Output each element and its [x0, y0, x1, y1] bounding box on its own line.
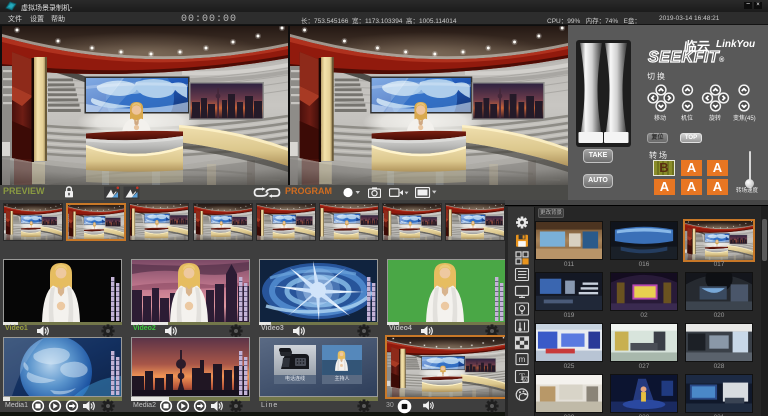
svg-text:A: A [524, 377, 527, 382]
svg-text:m: m [519, 355, 526, 364]
